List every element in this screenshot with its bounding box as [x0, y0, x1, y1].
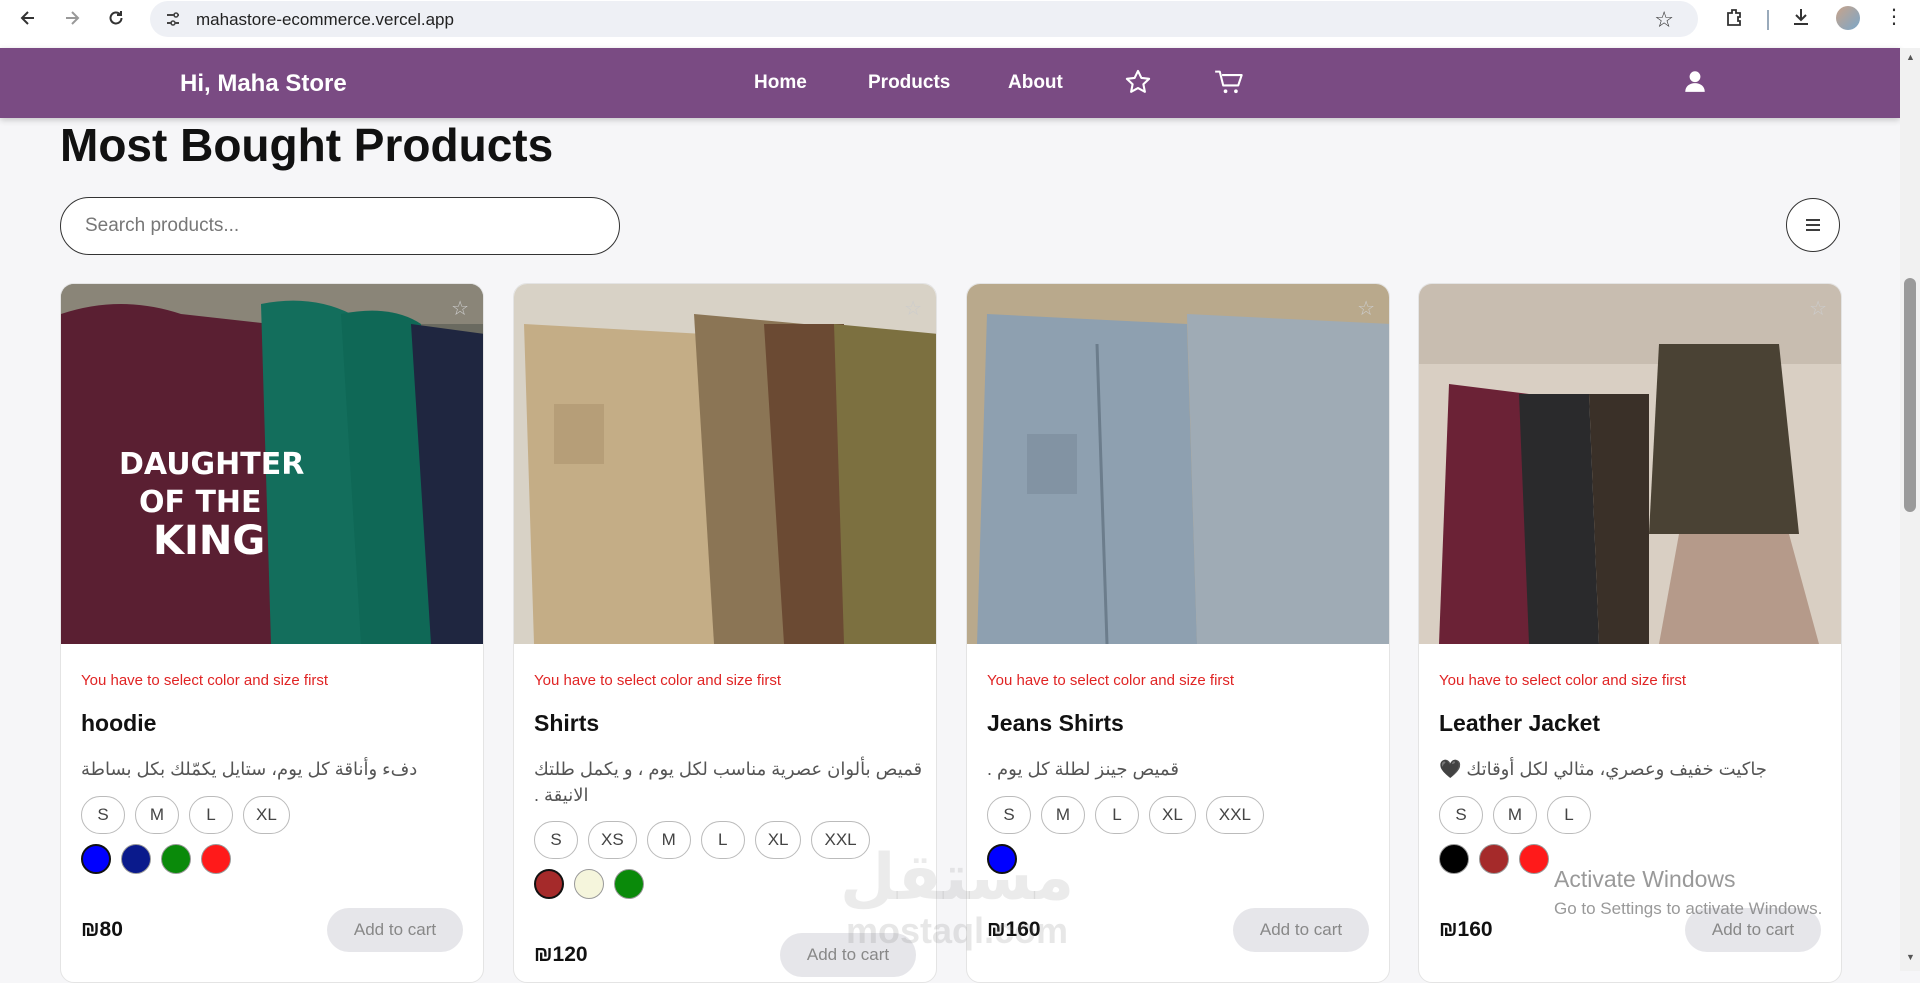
- product-image-shirts[interactable]: [514, 284, 937, 644]
- size-option[interactable]: S: [81, 796, 125, 834]
- site-info-icon[interactable]: [164, 10, 182, 28]
- favorite-star-icon[interactable]: ☆: [1357, 296, 1375, 321]
- nav-link-products[interactable]: Products: [868, 72, 950, 94]
- color-swatch[interactable]: [534, 869, 564, 899]
- size-options: S XS M L XL XXL: [534, 821, 870, 859]
- color-swatch[interactable]: [574, 869, 604, 899]
- size-option[interactable]: L: [1547, 796, 1591, 834]
- back-icon[interactable]: [14, 4, 42, 32]
- color-swatch[interactable]: [81, 844, 111, 874]
- product-price: ₪160: [1439, 918, 1493, 941]
- download-icon[interactable]: [1790, 6, 1812, 34]
- product-description: قميص جينز لطلة كل يوم .: [987, 759, 1179, 779]
- product-name: hoodie: [81, 710, 157, 736]
- size-option[interactable]: L: [700, 821, 745, 859]
- toolbar-divider: [1767, 10, 1769, 30]
- selection-warning: You have to select color and size first: [81, 672, 329, 689]
- filter-menu-button[interactable]: [1786, 198, 1840, 252]
- product-name: Jeans Shirts: [987, 710, 1124, 736]
- size-option[interactable]: M: [1041, 796, 1085, 834]
- product-card: DAUGHTER OF THE KING ☆ You have to selec…: [60, 283, 484, 983]
- bookmark-star-icon[interactable]: ☆: [1654, 7, 1674, 33]
- product-name: Shirts: [534, 710, 600, 736]
- color-swatch[interactable]: [614, 869, 644, 899]
- size-option[interactable]: XL: [1149, 796, 1196, 834]
- size-option[interactable]: M: [1493, 796, 1537, 834]
- brand-greeting[interactable]: Hi, Maha Store: [180, 70, 347, 98]
- size-option[interactable]: M: [135, 796, 179, 834]
- product-image-leather-jacket[interactable]: [1419, 284, 1842, 644]
- color-swatch[interactable]: [1479, 844, 1509, 874]
- watermark-logo: مستقل: [840, 841, 1075, 913]
- color-swatch[interactable]: [161, 844, 191, 874]
- product-price: ₪80: [81, 918, 123, 941]
- product-name: Leather Jacket: [1439, 710, 1601, 736]
- scrollbar-thumb[interactable]: [1904, 278, 1916, 512]
- product-image-hoodie[interactable]: DAUGHTER OF THE KING: [61, 284, 484, 644]
- page-title: Most Bought Products: [60, 119, 554, 171]
- cart-icon[interactable]: [1214, 68, 1244, 101]
- color-options: [534, 869, 644, 899]
- selection-warning: You have to select color and size first: [987, 672, 1235, 689]
- size-option[interactable]: S: [987, 796, 1031, 834]
- reload-icon[interactable]: [102, 4, 130, 32]
- size-options: S M L XL: [81, 796, 290, 834]
- size-option[interactable]: XS: [588, 821, 637, 859]
- size-option[interactable]: S: [1439, 796, 1483, 834]
- size-options: S M L XL XXL: [987, 796, 1264, 834]
- forward-icon[interactable]: [58, 4, 86, 32]
- size-options: S M L: [1439, 796, 1591, 834]
- size-option[interactable]: XXL: [1205, 796, 1264, 834]
- watermark-text: mostaql.com: [846, 910, 1069, 951]
- nav-link-home[interactable]: Home: [754, 72, 807, 94]
- size-option[interactable]: M: [646, 821, 691, 859]
- user-icon[interactable]: [1682, 68, 1708, 99]
- size-option[interactable]: S: [534, 821, 578, 859]
- site-navbar: Hi, Maha Store Home Products About: [0, 48, 1900, 118]
- extensions-icon[interactable]: [1724, 6, 1746, 34]
- scroll-down-arrow-icon[interactable]: ▼: [1906, 952, 1915, 962]
- color-options: [81, 844, 231, 874]
- product-description: دفء وأناقة كل يوم، ستايل يكمّلك بكل بساط…: [81, 759, 418, 779]
- activate-windows-notice: Activate Windows Go to Settings to activ…: [1554, 866, 1822, 919]
- add-to-cart-button[interactable]: Add to cart: [1233, 908, 1369, 952]
- address-bar[interactable]: mahastore-ecommerce.vercel.app ☆: [150, 1, 1698, 37]
- product-image-jeans-shirts[interactable]: [967, 284, 1390, 644]
- svg-text:DAUGHTER: DAUGHTER: [119, 447, 304, 482]
- selection-warning: You have to select color and size first: [534, 672, 782, 689]
- menu-icon: [1806, 219, 1820, 231]
- color-swatch[interactable]: [1519, 844, 1549, 874]
- color-swatch[interactable]: [1439, 844, 1469, 874]
- svg-text:KING: KING: [153, 518, 265, 564]
- favorite-star-icon[interactable]: ☆: [451, 296, 469, 321]
- svg-text:OF THE: OF THE: [139, 485, 262, 520]
- color-swatch[interactable]: [121, 844, 151, 874]
- add-to-cart-button[interactable]: Add to cart: [327, 908, 463, 952]
- color-swatch[interactable]: [201, 844, 231, 874]
- product-description: قميص بألوان عصرية مناسب لكل يوم ، و يكمل…: [534, 759, 923, 805]
- selection-warning: You have to select color and size first: [1439, 672, 1687, 689]
- favorite-star-icon[interactable]: ☆: [904, 296, 922, 321]
- size-option[interactable]: L: [1095, 796, 1139, 834]
- favorite-star-icon[interactable]: ☆: [1809, 296, 1827, 321]
- size-option[interactable]: XL: [754, 821, 802, 859]
- size-option[interactable]: L: [189, 796, 233, 834]
- search-input[interactable]: [60, 197, 620, 255]
- activate-subtitle: Go to Settings to activate Windows.: [1554, 899, 1823, 918]
- nav-link-about[interactable]: About: [1008, 72, 1063, 94]
- url-text[interactable]: mahastore-ecommerce.vercel.app: [196, 10, 454, 30]
- color-options: [1439, 844, 1549, 874]
- scroll-up-arrow-icon[interactable]: ▲: [1906, 52, 1915, 62]
- profile-avatar[interactable]: [1836, 6, 1860, 30]
- size-option[interactable]: XL: [243, 796, 290, 834]
- favorites-star-icon[interactable]: [1124, 68, 1152, 101]
- activate-title: Activate Windows: [1554, 866, 1736, 892]
- browser-toolbar: mahastore-ecommerce.vercel.app ☆ ⋮: [0, 0, 1920, 48]
- more-menu-icon[interactable]: ⋮: [1884, 4, 1904, 29]
- product-description: جاكيت خفيف وعصري، مثالي لكل أوقاتك 🖤: [1439, 759, 1767, 779]
- product-price: ₪120: [534, 943, 588, 966]
